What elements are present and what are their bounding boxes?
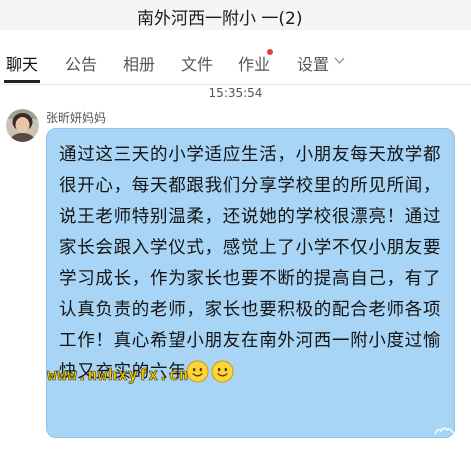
tab-settings[interactable]: 设置	[297, 51, 329, 75]
tab-chat[interactable]: 聊天	[6, 51, 38, 75]
message-timestamp: 15:35:54	[208, 86, 263, 100]
title-bar: 南外河西一附小 一(2)	[0, 0, 471, 30]
smile-emoji-icon	[186, 360, 209, 383]
tab-homework[interactable]: 作业	[238, 51, 270, 75]
message-text: 通过这三天的小学适应生活，小朋友每天放学都很开心，每天都跟我们分享学校里的所见所…	[59, 140, 446, 388]
tab-files[interactable]: 文件	[181, 51, 213, 75]
message-body: 通过这三天的小学适应生活，小朋友每天放学都很开心，每天都跟我们分享学校里的所见所…	[59, 145, 442, 382]
group-title: 南外河西一附小 一(2)	[137, 9, 303, 29]
tab-announcements[interactable]: 公告	[65, 51, 97, 75]
tab-album[interactable]: 相册	[123, 51, 155, 75]
active-tab-indicator	[4, 80, 40, 83]
avatar[interactable]	[6, 109, 39, 142]
message-bubble[interactable]: 通过这三天的小学适应生活，小朋友每天放学都很开心，每天都跟我们分享学校里的所见所…	[46, 128, 455, 438]
notification-dot	[267, 49, 273, 55]
tab-bar: 聊天 公告 相册 文件 作业 设置	[0, 40, 471, 85]
chevron-down-icon[interactable]	[334, 56, 345, 65]
bubble-decoration-icon	[434, 427, 454, 435]
sender-name[interactable]: 张昕妍妈妈	[46, 109, 106, 126]
watermark: www.nwhxyfx.cn	[47, 365, 189, 385]
smile-emoji-icon	[211, 360, 234, 383]
